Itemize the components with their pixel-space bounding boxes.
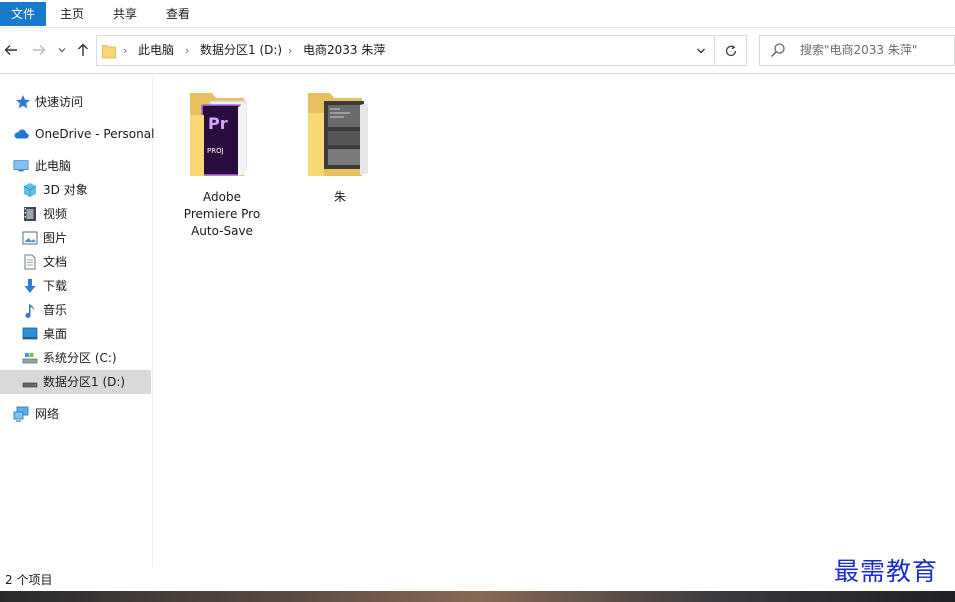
cloud-icon (14, 129, 29, 139)
file-list: Pr PROJ Adobe Premiere Pro Auto-Save 朱 (154, 75, 955, 567)
arrow-left-icon (4, 45, 17, 55)
address-bar[interactable]: › 此电脑 › 数据分区1 (D:) › 电商2033 朱萍 (96, 35, 715, 66)
sidebar-item-3d-objects[interactable]: 3D 对象 (0, 178, 151, 202)
chevron-down-icon (58, 48, 66, 53)
forward-button[interactable] (28, 39, 50, 61)
sidebar-item-quick-access[interactable]: 快速访问 (0, 90, 151, 114)
folder-name: 朱 (333, 190, 346, 204)
sidebar-item-downloads[interactable]: 下载 (0, 274, 151, 298)
tab-view[interactable]: 查看 (156, 2, 200, 26)
recent-locations-button[interactable] (55, 39, 69, 61)
navigation-pane: 快速访问 OneDrive - Personal 此电脑 3D 对象 视频 图片… (0, 75, 154, 567)
folder-with-images-icon (308, 93, 368, 176)
sidebar-item-drive-c[interactable]: 系统分区 (C:) (0, 346, 151, 370)
breadcrumb-drive-d[interactable]: 数据分区1 (D:) (200, 36, 282, 65)
sidebar-item-documents[interactable]: 文档 (0, 250, 151, 274)
tab-file[interactable]: 文件 (0, 2, 46, 26)
watermark-text: 最需教育 (834, 557, 939, 586)
sidebar-item-this-pc[interactable]: 此电脑 (0, 154, 151, 178)
sidebar-item-network[interactable]: 网络 (0, 402, 151, 426)
premiere-badge: Pr (208, 114, 228, 133)
item-count: 2 个项目 (5, 573, 53, 587)
picture-icon (22, 231, 38, 245)
computer-icon (13, 160, 29, 172)
sidebar-item-drive-d[interactable]: 数据分区1 (D:) (0, 370, 151, 394)
navigation-bar: › 此电脑 › 数据分区1 (D:) › 电商2033 朱萍 搜索"电商2033… (0, 28, 955, 74)
star-icon (16, 95, 30, 109)
ribbon-tab-bar: 文件 主页 共享 查看 (0, 0, 955, 28)
chevron-down-icon (697, 48, 705, 54)
up-button[interactable] (72, 39, 94, 61)
drive-icon (22, 382, 38, 388)
sidebar-item-pictures[interactable]: 图片 (0, 226, 151, 250)
sidebar-item-desktop[interactable]: 桌面 (0, 322, 151, 346)
film-icon (24, 207, 36, 221)
refresh-icon (725, 45, 737, 57)
desktop-wallpaper-strip (0, 591, 955, 602)
desktop-icon (22, 327, 38, 340)
sidebar-item-music[interactable]: 音乐 (0, 298, 151, 322)
breadcrumb-separator: › (123, 44, 128, 57)
sidebar-item-videos[interactable]: 视频 (0, 202, 151, 226)
folder-name: Adobe Premiere Pro Auto-Save (183, 190, 261, 238)
folder-icon (102, 45, 116, 59)
refresh-button[interactable] (716, 35, 747, 66)
breadcrumb-separator: › (288, 44, 293, 57)
breadcrumb-this-pc[interactable]: 此电脑 (138, 36, 174, 65)
tab-home[interactable]: 主页 (50, 2, 94, 26)
address-dropdown-button[interactable] (696, 36, 706, 65)
arrow-right-icon (33, 45, 46, 55)
premiere-folder-icon: Pr PROJ (190, 93, 247, 176)
back-button[interactable] (0, 39, 22, 61)
premiere-sub-badge: PROJ (207, 147, 224, 155)
search-icon (770, 43, 785, 58)
status-bar: 2 个项目 (0, 567, 955, 591)
cube-icon (23, 183, 37, 197)
breadcrumb-current-folder[interactable]: 电商2033 朱萍 (303, 36, 385, 65)
sidebar-item-onedrive[interactable]: OneDrive - Personal (0, 122, 154, 146)
search-box[interactable]: 搜索"电商2033 朱萍" (759, 35, 955, 66)
tab-share[interactable]: 共享 (103, 2, 147, 26)
search-input[interactable]: 搜索"电商2033 朱萍" (800, 36, 917, 65)
download-icon (24, 279, 36, 293)
arrow-up-icon (78, 43, 88, 56)
breadcrumb-separator: › (185, 44, 190, 57)
network-icon (13, 406, 29, 422)
drive-icon (22, 353, 38, 364)
music-icon (25, 304, 35, 318)
document-icon (24, 254, 36, 270)
